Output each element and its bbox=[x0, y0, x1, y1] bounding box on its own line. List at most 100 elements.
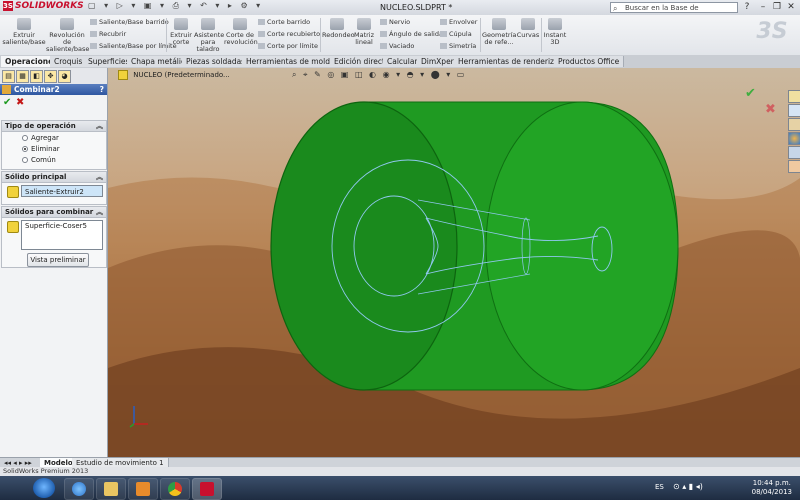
appearances-tab-icon[interactable] bbox=[788, 146, 800, 159]
help-icon[interactable]: ? bbox=[100, 84, 104, 95]
preview-button[interactable]: Vista preliminar bbox=[27, 253, 89, 267]
dome-button[interactable]: Cúpula bbox=[440, 30, 472, 38]
media-player-icon bbox=[136, 482, 150, 496]
chevron-up-icon[interactable]: ︽ bbox=[96, 207, 103, 217]
swept-boss-button[interactable]: Saliente/Base barrido bbox=[90, 18, 169, 26]
radio-agregar[interactable]: Agregar bbox=[22, 134, 59, 142]
rib-button[interactable]: Nervio bbox=[380, 18, 410, 26]
property-manager-tab-icon[interactable]: ▦ bbox=[16, 70, 29, 83]
ok-check-icon[interactable]: ✔ bbox=[3, 97, 11, 108]
swept-cut-button[interactable]: Corte barrido bbox=[258, 18, 310, 26]
main-body-group: Sólido principal ︽ Saliente-Extruir2 bbox=[1, 171, 107, 205]
ds-watermark-icon: 3S bbox=[756, 19, 788, 44]
revolve-cut-icon bbox=[233, 18, 247, 30]
resources-tab-icon[interactable] bbox=[788, 90, 800, 103]
tab-productos-office[interactable]: Productos Office bbox=[554, 56, 625, 67]
file-explorer-tab-icon[interactable] bbox=[788, 118, 800, 131]
cancel-icon[interactable]: ✖ bbox=[16, 97, 24, 108]
loft-button[interactable]: Recubrir bbox=[90, 30, 126, 38]
tab-piezas-soldadas[interactable]: Piezas soldadas bbox=[182, 56, 251, 67]
graphics-area[interactable] bbox=[108, 68, 800, 457]
reference-geometry-button[interactable]: Geometría de refe... bbox=[482, 18, 516, 46]
display-manager-tab-icon[interactable]: ◕ bbox=[58, 70, 71, 83]
bodies-to-combine-list[interactable]: Superficie-Coser5 bbox=[21, 220, 103, 250]
title-bar: 3S SOLIDWORKS ▢ ▾ ▷ ▾ ▣ ▾ ⎙ ▾ ↶ ▾ ▸ ⚙ ▾ N… bbox=[0, 0, 800, 23]
radio-comun[interactable]: Común bbox=[22, 156, 56, 164]
close-button[interactable]: ✕ bbox=[784, 1, 798, 13]
help-dropdown-icon[interactable]: ? bbox=[740, 1, 754, 13]
linear-pattern-icon bbox=[357, 18, 371, 30]
heads-up-view-toolbar[interactable]: ⌕ ⌖ ✎ ◎ ▣ ◫ ◐ ◉ ▾ ◓ ▾ ⬤ ▾ ▭ bbox=[292, 70, 466, 80]
linear-pattern-button[interactable]: Matriz lineal bbox=[352, 18, 376, 46]
instant3d-icon bbox=[548, 18, 562, 30]
chevron-up-icon[interactable]: ︽ bbox=[96, 172, 103, 182]
revolve-cut-button[interactable]: Corte de revolución bbox=[224, 18, 258, 46]
draft-button[interactable]: Ángulo de salida bbox=[380, 30, 443, 38]
fillet-button[interactable]: Redondeo bbox=[322, 18, 355, 39]
reference-geometry-icon bbox=[492, 18, 506, 30]
design-library-tab-icon[interactable] bbox=[788, 104, 800, 117]
dimxpert-tab-icon[interactable]: ✥ bbox=[44, 70, 57, 83]
tab-herramientas-moldes[interactable]: Herramientas de moldes bbox=[242, 56, 344, 67]
revolve-icon bbox=[60, 18, 74, 30]
operation-type-heading: Tipo de operación bbox=[5, 122, 76, 130]
system-tray: ES ⊙ ▴ ▮ ◂) 10:44 p.m. 08/04/2013 bbox=[655, 476, 800, 500]
windows-taskbar: ES ⊙ ▴ ▮ ◂) 10:44 p.m. 08/04/2013 bbox=[0, 476, 800, 500]
boundary-boss-button[interactable]: Saliente/Base por límite bbox=[90, 42, 177, 50]
view-palette-tab-icon[interactable] bbox=[788, 132, 800, 145]
chrome-icon bbox=[168, 482, 182, 496]
tab-croquis[interactable]: Croquis bbox=[50, 56, 88, 67]
clock-time: 10:44 p.m. bbox=[752, 479, 791, 487]
lofted-cut-button[interactable]: Corte recubierto bbox=[258, 30, 320, 38]
model-scene bbox=[108, 101, 800, 457]
taskbar-explorer[interactable] bbox=[96, 478, 126, 500]
instant3d-button[interactable]: Instant 3D bbox=[543, 18, 567, 46]
solidworks-icon bbox=[200, 482, 214, 496]
taskbar-solidworks[interactable] bbox=[192, 478, 222, 500]
main-body-heading: Sólido principal bbox=[5, 173, 67, 181]
panel-header: Combinar2 ? bbox=[0, 84, 107, 95]
folder-icon bbox=[104, 482, 118, 496]
part-icon bbox=[118, 70, 128, 80]
taskbar-ie[interactable] bbox=[64, 478, 94, 500]
configuration-tab-icon[interactable]: ◧ bbox=[30, 70, 43, 83]
quick-access-toolbar[interactable]: ▢ ▾ ▷ ▾ ▣ ▾ ⎙ ▾ ↶ ▾ ▸ ⚙ ▾ bbox=[88, 1, 263, 11]
bodies-to-combine-heading: Sólidos para combinar bbox=[5, 208, 94, 216]
knowledge-base-search[interactable]: ⌕ Buscar en la Base de conocimiento bbox=[610, 2, 738, 23]
clock-date: 08/04/2013 bbox=[751, 488, 792, 496]
minimize-button[interactable]: – bbox=[756, 1, 770, 13]
clock[interactable]: 10:44 p.m. 08/04/2013 bbox=[752, 479, 792, 497]
status-text: SolidWorks Premium 2013 bbox=[3, 467, 89, 475]
restore-button[interactable]: ❐ bbox=[770, 1, 784, 13]
custom-properties-tab-icon[interactable] bbox=[788, 160, 800, 173]
command-tabs: Operaciones Croquis Superficies Chapa me… bbox=[0, 55, 800, 69]
wrap-button[interactable]: Envolver bbox=[440, 18, 477, 26]
tray-icons[interactable]: ⊙ ▴ ▮ ◂) bbox=[673, 482, 703, 491]
main-body-selection[interactable]: Saliente-Extruir2 bbox=[21, 185, 103, 197]
confirm-corner-ok-icon[interactable]: ✔ bbox=[745, 86, 756, 101]
body-selection-icon bbox=[7, 221, 19, 233]
revolve-boss-button[interactable]: Revolución de saliente/base bbox=[46, 18, 89, 53]
cylinder-front-face[interactable] bbox=[270, 101, 458, 391]
language-indicator[interactable]: ES bbox=[655, 483, 664, 491]
taskbar-chrome[interactable] bbox=[160, 478, 190, 500]
windows-start-icon[interactable] bbox=[33, 478, 55, 498]
confirm-corner-cancel-icon[interactable]: ✖ bbox=[765, 102, 776, 117]
boundary-cut-button[interactable]: Corte por límite bbox=[258, 42, 318, 50]
curves-button[interactable]: Curvas bbox=[516, 18, 540, 39]
operation-type-group: Tipo de operación ︽ Agregar Eliminar Comú… bbox=[1, 120, 107, 170]
mirror-button[interactable]: Simetría bbox=[440, 42, 476, 50]
app-logo[interactable]: 3S SOLIDWORKS bbox=[3, 1, 84, 11]
command-manager: Extruir saliente/base Revolución de sali… bbox=[0, 15, 800, 56]
chevron-up-icon[interactable]: ︽ bbox=[96, 121, 103, 131]
shell-button[interactable]: Vaciado bbox=[380, 42, 414, 50]
hole-wizard-icon bbox=[201, 18, 215, 30]
extrude-cut-button[interactable]: Extruir corte bbox=[168, 18, 194, 46]
taskbar-media-player[interactable] bbox=[128, 478, 158, 500]
status-bar: SolidWorks Premium 2013 bbox=[0, 467, 800, 476]
hole-wizard-button[interactable]: Asistente para taladro bbox=[194, 18, 224, 53]
radio-eliminar[interactable]: Eliminar bbox=[22, 145, 60, 153]
extrude-boss-button[interactable]: Extruir saliente/base bbox=[2, 18, 46, 46]
property-manager: ▤ ▦ ◧ ✥ ◕ Combinar2 ? ✔ ✖ Tipo de operac… bbox=[0, 68, 108, 457]
feature-tree-tab-icon[interactable]: ▤ bbox=[2, 70, 15, 83]
